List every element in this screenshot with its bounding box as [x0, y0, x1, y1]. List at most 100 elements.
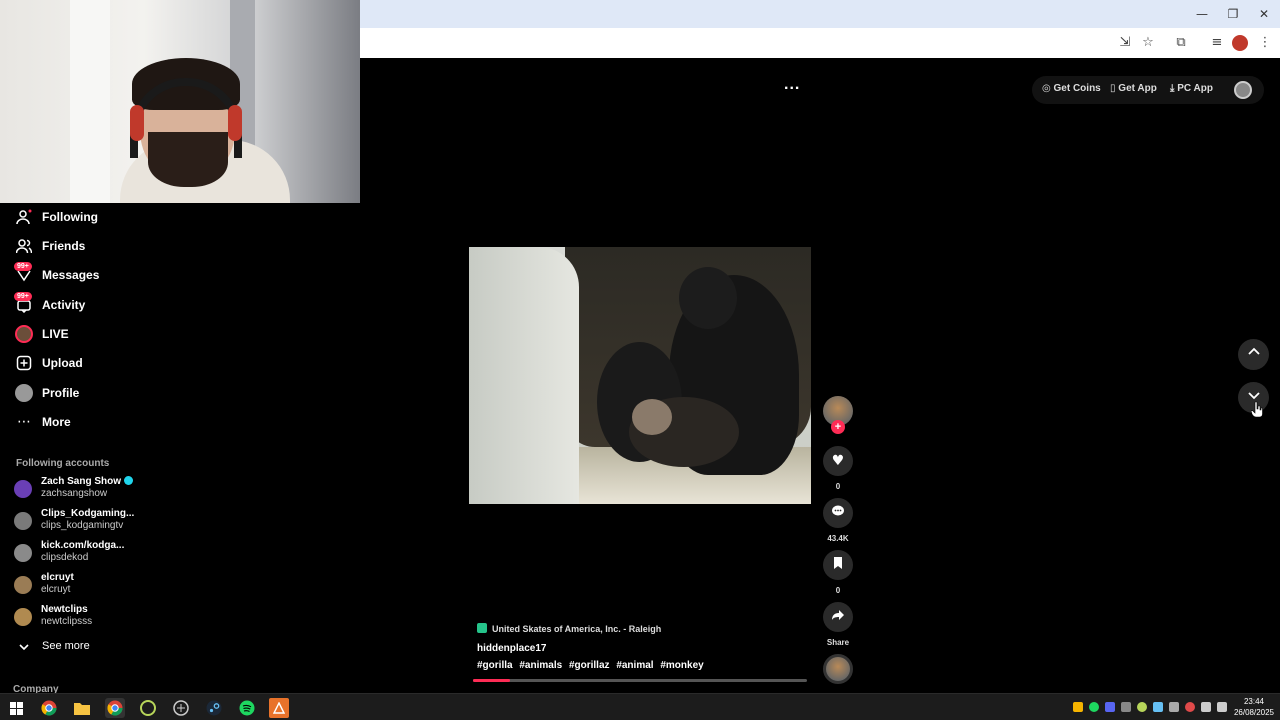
chevron-up-icon [1247, 345, 1261, 364]
sidebar-item-label: Friends [42, 239, 86, 253]
more-options-button[interactable]: ... [784, 76, 800, 94]
share-arrow-icon [831, 609, 845, 625]
sidebar-item-friends[interactable]: Friends [0, 232, 160, 260]
account-handle: clips_kodgamingtv [41, 520, 124, 531]
sidebar-item-profile[interactable]: Profile [0, 379, 160, 407]
see-more-button[interactable]: See more [0, 635, 160, 659]
hand-cursor-icon [1250, 401, 1263, 418]
sidebar-item-label: Activity [42, 298, 86, 312]
account-handle: newtclipsss [41, 616, 93, 627]
like-count: 0 [835, 482, 841, 491]
sidebar-item-more[interactable]: ⋯ More [0, 408, 160, 436]
account-name: elcruyt [41, 572, 74, 583]
chevron-down-icon [14, 637, 34, 657]
verified-icon [124, 476, 134, 485]
file-explorer-icon[interactable] [72, 698, 92, 718]
sidebar-item-label: LIVE [42, 327, 69, 341]
account-handle: elcruyt [41, 584, 71, 595]
tray-icon[interactable] [1169, 702, 1179, 712]
bookmark-star-icon[interactable]: ☆ [1139, 34, 1157, 52]
account-avatar [14, 576, 32, 594]
chrome-active-icon[interactable] [105, 698, 125, 718]
video-progress-bar[interactable] [473, 679, 807, 682]
previous-video-button[interactable] [1238, 339, 1269, 370]
comment-button[interactable] [823, 498, 853, 528]
extensions-icon[interactable]: ⧉ [1172, 34, 1190, 52]
spotify-icon[interactable] [237, 698, 257, 718]
install-app-icon[interactable]: ⇲ [1116, 34, 1134, 52]
account-name: Newtclips [41, 604, 88, 615]
hashtag[interactable]: #gorilla [477, 660, 513, 671]
account-handle: zachsangshow [41, 488, 108, 499]
video-author[interactable]: hiddenplace17 [477, 643, 546, 654]
restore-button[interactable]: ❐ [1218, 4, 1248, 24]
sidebar-item-messages[interactable]: 99+ Messages [0, 261, 160, 289]
tray-steam-icon[interactable] [1153, 702, 1163, 712]
hashtag[interactable]: #monkey [660, 660, 703, 671]
webcam-overlay [0, 0, 360, 203]
location-tag[interactable]: United Skates of America, Inc. - Raleigh [477, 623, 661, 637]
get-app-button[interactable]: ▯ Get App [1110, 83, 1157, 94]
music-disc-avatar[interactable] [823, 654, 853, 684]
hashtag[interactable]: #gorillaz [569, 660, 610, 671]
get-coins-button[interactable]: ◎ Get Coins [1042, 83, 1101, 94]
share-button[interactable] [823, 602, 853, 632]
tray-icon[interactable] [1121, 702, 1131, 712]
action-rail: + ♥ 0 43.4K 0 Share [822, 396, 854, 686]
pc-app-label: PC App [1177, 83, 1213, 94]
pc-app-button[interactable]: ⤓ PC App [1170, 83, 1213, 94]
hashtag[interactable]: #animals [519, 660, 562, 671]
sidebar-item-following[interactable]: Following [0, 203, 160, 231]
tray-icon[interactable] [1073, 702, 1083, 712]
media-control-icon[interactable]: ≡ [1208, 34, 1226, 52]
following-account[interactable]: elcruyt elcruyt [0, 571, 160, 599]
account-avatar [14, 608, 32, 626]
tray-icon[interactable] [1185, 702, 1195, 712]
screen: — ❐ ✕ ⇲ ☆ ⧉ ≡ ⋮ Following Friends 99+ Me… [0, 0, 1280, 720]
sidebar-item-label: Messages [42, 268, 100, 282]
save-button[interactable] [823, 550, 853, 580]
phone-icon: ▯ [1110, 83, 1116, 94]
header-actions: ◎ Get Coins ▯ Get App ⤓ PC App [1032, 76, 1264, 104]
account-name: Zach Sang Show [41, 476, 122, 487]
following-icon [14, 207, 34, 227]
minimize-button[interactable]: — [1187, 4, 1217, 24]
tray-discord-icon[interactable] [1105, 702, 1115, 712]
following-account[interactable]: Newtclips newtclipsss [0, 603, 160, 631]
tray-icon[interactable] [1137, 702, 1147, 712]
following-account[interactable]: Clips_Kodgaming... clips_kodgamingtv [0, 507, 160, 535]
close-button[interactable]: ✕ [1249, 4, 1279, 24]
gorilla-adult-head [679, 267, 737, 329]
tray-spotify-icon[interactable] [1089, 702, 1099, 712]
sidebar-item-activity[interactable]: 99+ Activity [0, 291, 160, 319]
app-icon-orange[interactable] [269, 698, 289, 718]
live-icon [14, 324, 34, 344]
following-account[interactable]: Zach Sang Show zachsangshow [0, 475, 160, 503]
hashtag[interactable]: #animal [616, 660, 653, 671]
app-icon-green[interactable] [138, 698, 158, 718]
windows-start-icon[interactable] [6, 698, 26, 718]
friends-icon [14, 236, 34, 256]
video-progress-fill [473, 679, 510, 682]
following-account[interactable]: kick.com/kodga... clipsdekod [0, 539, 160, 567]
network-icon[interactable] [1201, 702, 1211, 712]
account-handle: clipsdekod [41, 552, 89, 563]
steam-icon[interactable] [204, 698, 224, 718]
sidebar-item-upload[interactable]: Upload [0, 349, 160, 377]
like-button[interactable]: ♥ [823, 446, 853, 476]
video-scene-rock [469, 247, 579, 504]
share-label: Share [826, 638, 850, 647]
account-avatar [14, 544, 32, 562]
chrome-icon[interactable] [39, 698, 59, 718]
user-avatar[interactable] [1234, 81, 1252, 99]
browser-menu-icon[interactable]: ⋮ [1256, 34, 1274, 52]
upload-icon [14, 353, 34, 373]
app-icon-circle[interactable] [171, 698, 191, 718]
video-player[interactable] [469, 247, 811, 504]
browser-profile-avatar[interactable] [1232, 35, 1248, 51]
sidebar-item-live[interactable]: LIVE [0, 320, 160, 348]
comment-count: 43.4K [827, 534, 849, 543]
system-clock[interactable]: 23:44 26/08/2025 [1232, 696, 1276, 718]
follow-plus-icon[interactable]: + [831, 420, 845, 434]
volume-icon[interactable] [1217, 702, 1227, 712]
